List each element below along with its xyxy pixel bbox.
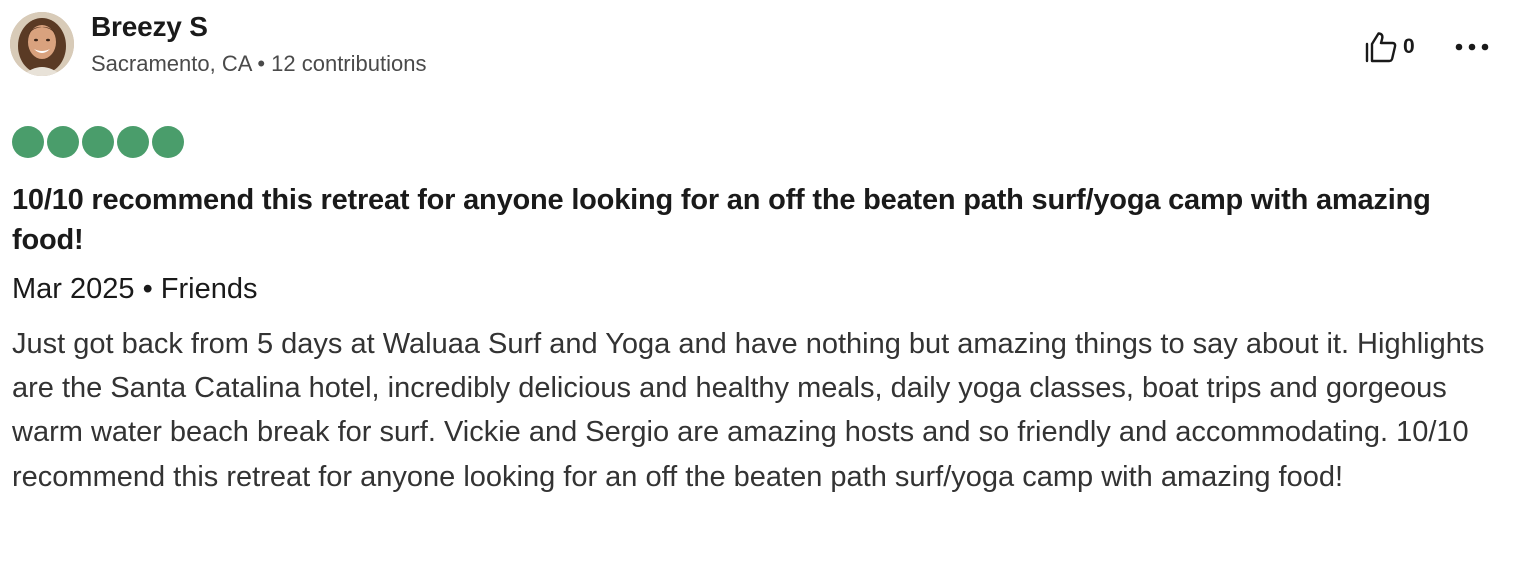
thumbs-up-icon [1365, 32, 1397, 63]
reviewer-location: Sacramento, CA [91, 51, 252, 76]
review-card: Breezy S Sacramento, CA • 12 contributio… [0, 0, 1514, 564]
trip-info: Mar 2025 • Friends [12, 270, 258, 308]
trip-separator: • [142, 273, 153, 305]
reviewer-name[interactable]: Breezy S [91, 11, 208, 43]
avatar[interactable] [10, 12, 74, 76]
helpful-vote-button[interactable]: 0 [1364, 30, 1415, 64]
reviewer-contributions: 12 contributions [271, 51, 427, 76]
rating-bubble [82, 126, 114, 158]
avatar-image [10, 12, 74, 76]
helpful-count: 0 [1403, 35, 1415, 58]
review-body: Just got back from 5 days at Waluaa Surf… [12, 328, 1485, 493]
meta-separator: • [257, 51, 266, 76]
review-title[interactable]: 10/10 recommend this retreat for anyone … [12, 180, 1452, 260]
trip-type: Friends [160, 273, 258, 305]
more-horizontal-icon [1455, 43, 1489, 51]
rating-bubble [117, 126, 149, 158]
review-date: Mar 2025 [12, 273, 135, 305]
rating-bubble [12, 126, 44, 158]
rating-bubbles [12, 126, 187, 158]
more-options-button[interactable] [1452, 32, 1492, 62]
rating-bubble [152, 126, 184, 158]
reviewer-meta: Sacramento, CA • 12 contributions [91, 51, 426, 77]
rating-bubble [47, 126, 79, 158]
